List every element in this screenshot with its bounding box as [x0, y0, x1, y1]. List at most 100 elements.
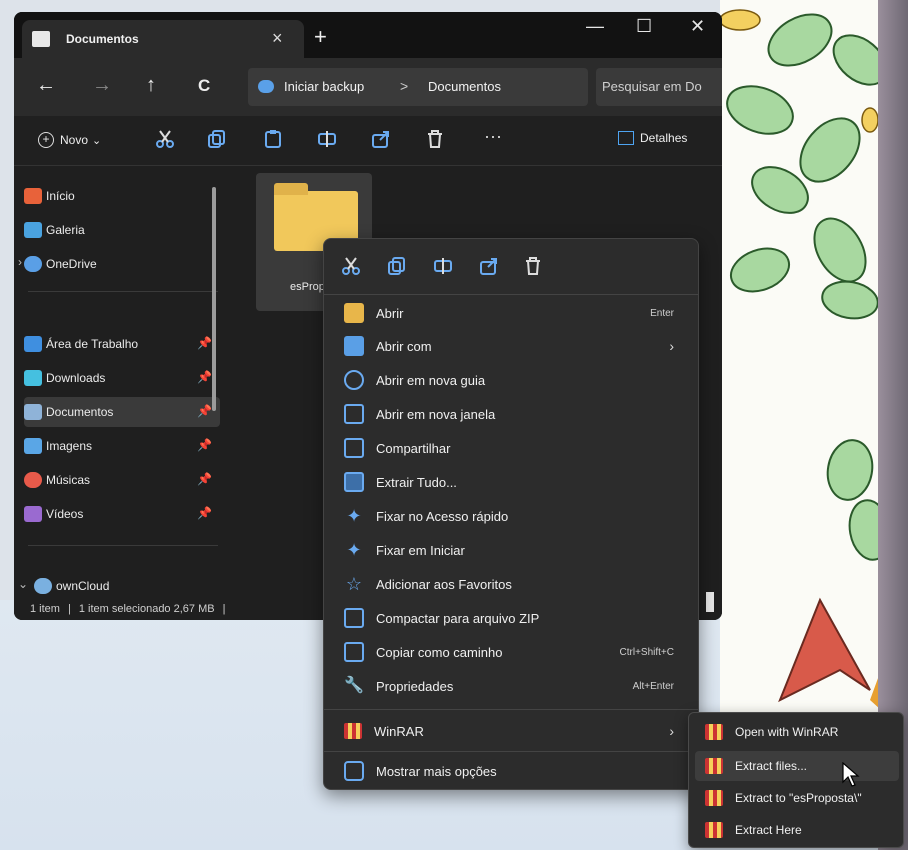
pin-icon: 📌: [197, 370, 212, 384]
menu-item-compartilhar[interactable]: Compartilhar: [334, 432, 690, 464]
details-pane-icon: [618, 131, 634, 145]
breadcrumb-documentos[interactable]: Documentos: [428, 79, 501, 94]
shortcut-label: Enter: [650, 307, 674, 319]
forward-button[interactable]: →: [92, 74, 112, 97]
menu-item-abrir-com[interactable]: Abrir com ›: [334, 330, 690, 362]
menu-item-label: Compactar para arquivo ZIP: [376, 610, 540, 626]
menu-item-label: Compartilhar: [376, 440, 451, 456]
command-bar: + Novo ⌄ ··· Detalhes: [14, 116, 722, 166]
home-icon: [24, 188, 42, 204]
menu-item-fixar-acesso-rapido[interactable]: ✦ Fixar no Acesso rápido: [334, 500, 690, 532]
back-button[interactable]: ←: [36, 74, 56, 97]
more-options-icon[interactable]: ···: [484, 126, 502, 147]
close-tab-icon[interactable]: ×: [272, 28, 283, 49]
rename-icon[interactable]: [432, 255, 454, 277]
copy-icon[interactable]: [206, 128, 228, 150]
sidebar-item-galeria[interactable]: Galeria: [24, 215, 220, 245]
details-label: Detalhes: [640, 131, 688, 145]
up-button[interactable]: ↑: [146, 74, 156, 97]
maximize-button[interactable]: ☐: [636, 16, 652, 37]
cut-icon[interactable]: [154, 128, 176, 150]
submenu-item-open-with-winrar[interactable]: Open with WinRAR: [695, 717, 899, 747]
desktop-icon: [24, 336, 42, 352]
minimize-button[interactable]: —: [586, 16, 604, 37]
menu-item-propriedades[interactable]: 🔧 Propriedades Alt+Enter: [334, 670, 690, 702]
menu-item-mostrar-mais-opcoes[interactable]: Mostrar mais opções: [334, 755, 690, 787]
share-icon[interactable]: [370, 128, 392, 150]
sidebar-item-label: Início: [46, 189, 75, 203]
new-tab-button[interactable]: +: [314, 24, 327, 50]
cloud-backup-icon: [258, 80, 274, 93]
sidebar-scrollbar[interactable]: [212, 187, 216, 411]
chevron-right-icon: ›: [669, 338, 674, 354]
submenu-item-label: Extract Here: [735, 823, 802, 837]
paste-icon[interactable]: [262, 128, 284, 150]
sidebar-item-label: Documentos: [46, 405, 114, 419]
rename-icon[interactable]: [316, 128, 338, 150]
copy-path-icon: [344, 642, 364, 662]
pin-start-icon: ✦: [346, 540, 362, 560]
sidebar-item-downloads[interactable]: Downloads 📌: [24, 363, 220, 393]
menu-item-abrir-nova-guia[interactable]: Abrir em nova guia: [334, 364, 690, 396]
menu-item-label: WinRAR: [374, 723, 424, 739]
sidebar-item-owncloud[interactable]: ⌄ ownCloud: [18, 571, 220, 601]
address-bar[interactable]: Iniciar backup > Documentos: [248, 68, 588, 106]
menu-item-abrir[interactable]: Abrir Enter: [334, 297, 690, 329]
new-button[interactable]: + Novo ⌄: [38, 132, 101, 148]
search-box[interactable]: Pesquisar em Do: [596, 68, 722, 106]
status-separator: |: [222, 603, 226, 615]
scrollbar-handle[interactable]: [706, 592, 714, 612]
breadcrumb-separator: >: [400, 78, 409, 94]
menu-item-copiar-caminho[interactable]: Copiar como caminho Ctrl+Shift+C: [334, 636, 690, 668]
chevron-right-icon[interactable]: ›: [18, 255, 22, 269]
close-window-button[interactable]: ✕: [690, 16, 705, 37]
sidebar-item-inicio[interactable]: Início: [24, 181, 220, 211]
submenu-item-extract-files[interactable]: Extract files...: [695, 751, 899, 781]
extract-icon: [344, 472, 364, 492]
refresh-button[interactable]: C: [198, 76, 210, 96]
winrar-icon: [705, 758, 723, 774]
delete-icon[interactable]: [522, 255, 544, 277]
sidebar-item-area-de-trabalho[interactable]: Área de Trabalho 📌: [24, 329, 220, 359]
menu-item-winrar[interactable]: WinRAR ›: [334, 715, 690, 747]
copy-icon[interactable]: [386, 255, 408, 277]
submenu-item-extract-to[interactable]: Extract to "esProposta\": [695, 783, 899, 813]
sidebar-item-onedrive[interactable]: › OneDrive: [18, 249, 220, 279]
context-menu: Abrir Enter Abrir com › Abrir em nova gu…: [323, 238, 699, 790]
menu-item-label: Fixar em Iniciar: [376, 542, 465, 558]
menu-item-adicionar-favoritos[interactable]: ☆ Adicionar aos Favoritos: [334, 568, 690, 600]
sidebar-item-documentos[interactable]: Documentos 📌: [24, 397, 220, 427]
sidebar-item-musicas[interactable]: Músicas 📌: [24, 465, 220, 495]
details-button[interactable]: Detalhes: [618, 131, 687, 145]
menu-separator: [324, 751, 698, 752]
folder-icon: [32, 31, 50, 47]
breadcrumb-iniciar-backup[interactable]: Iniciar backup: [284, 79, 364, 94]
share-icon: [344, 438, 364, 458]
menu-item-label: Abrir em nova janela: [376, 406, 496, 422]
sidebar-item-imagens[interactable]: Imagens 📌: [24, 431, 220, 461]
pin-icon: 📌: [197, 438, 212, 452]
sidebar-item-videos[interactable]: Vídeos 📌: [24, 499, 220, 529]
zip-icon: [344, 608, 364, 628]
share-icon[interactable]: [478, 255, 500, 277]
pin-icon: 📌: [197, 472, 212, 486]
shortcut-label: Alt+Enter: [632, 680, 674, 692]
title-bar: Documentos × + — ☐ ✕: [14, 12, 722, 58]
menu-item-label: Abrir em nova guia: [376, 372, 486, 388]
menu-item-fixar-iniciar[interactable]: ✦ Fixar em Iniciar: [334, 534, 690, 566]
music-icon: [24, 472, 42, 488]
menu-item-abrir-nova-janela[interactable]: Abrir em nova janela: [334, 398, 690, 430]
documents-icon: [24, 404, 42, 420]
submenu-item-extract-here[interactable]: Extract Here: [695, 815, 899, 845]
tab-documentos[interactable]: Documentos ×: [22, 20, 304, 58]
chevron-down-icon[interactable]: ⌄: [18, 577, 28, 591]
wallpaper-artwork: [720, 0, 892, 720]
delete-icon[interactable]: [424, 128, 446, 150]
search-input[interactable]: Pesquisar em Do: [602, 79, 702, 94]
menu-item-compactar-zip[interactable]: Compactar para arquivo ZIP: [334, 602, 690, 634]
gallery-icon: [24, 222, 42, 238]
menu-item-extrair-tudo[interactable]: Extrair Tudo...: [334, 466, 690, 498]
cut-icon[interactable]: [340, 255, 362, 277]
sidebar-divider: [28, 291, 218, 292]
winrar-submenu: Open with WinRAR Extract files... Extrac…: [688, 712, 904, 848]
